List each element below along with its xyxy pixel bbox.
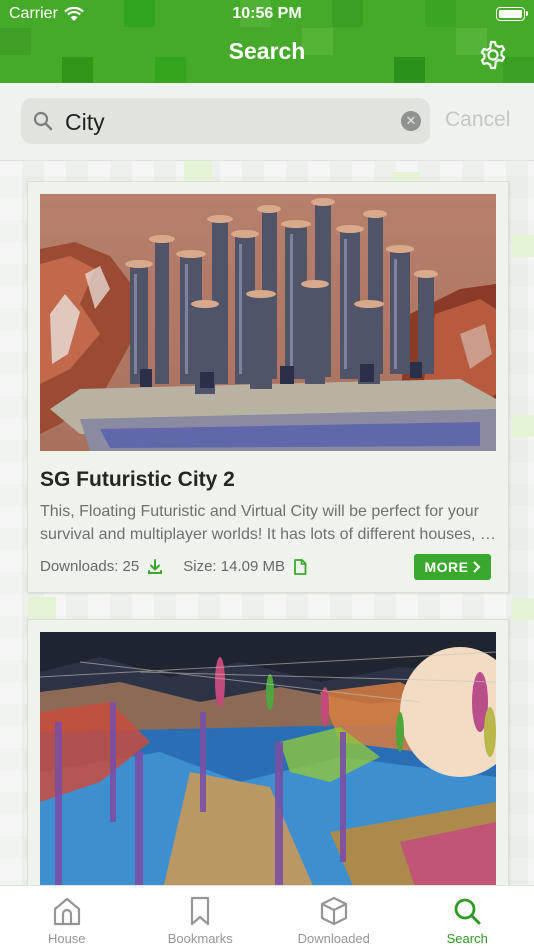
search-input[interactable] — [63, 98, 397, 146]
page-title: Search — [228, 38, 306, 64]
magnifier-icon — [33, 111, 53, 131]
bookmark-icon — [191, 896, 210, 926]
download-icon — [148, 558, 163, 574]
status-time: 10:56 PM — [232, 5, 302, 22]
tab-label: Bookmarks — [167, 931, 233, 946]
result-description-line: This, Floating Futuristic and Virtual Ci… — [40, 503, 479, 520]
downloads-count: Downloads: 25 — [40, 558, 140, 575]
result-description-line: survival and multiplayer worlds! It has … — [40, 526, 498, 543]
chevron-right-icon — [473, 561, 480, 573]
clear-circle-icon[interactable]: ✕ — [401, 111, 421, 131]
box-icon — [320, 896, 347, 926]
house-icon — [53, 897, 80, 926]
map-thumbnail-colorful-terrain[interactable] — [40, 632, 496, 902]
result-description: This, Floating Futuristic and Virtual Ci… — [40, 500, 498, 546]
file-size: Size: 14.09 MB — [183, 558, 285, 575]
navigation-header: Carrier 10:56 PM Search — [0, 0, 534, 83]
tab-bar: House Bookmarks Downloaded Search — [0, 885, 534, 950]
search-field[interactable]: ✕ — [21, 98, 430, 146]
result-meta: Downloads: 25 Size: 14.09 MB — [40, 558, 327, 575]
gear-icon[interactable] — [477, 39, 509, 71]
tab-bookmarks[interactable]: Bookmarks — [134, 886, 268, 950]
tab-label: Search — [446, 931, 488, 946]
result-card[interactable]: SG Futuristic City 2 This, Floating Futu… — [27, 181, 509, 593]
result-title: SG Futuristic City 2 — [40, 468, 235, 491]
tab-label: House — [47, 931, 86, 946]
tab-label: Downloaded — [297, 931, 370, 946]
more-button[interactable]: MORE — [414, 554, 491, 580]
search-icon — [454, 898, 481, 925]
status-bar: Carrier 10:56 PM — [0, 0, 534, 28]
result-card[interactable] — [27, 619, 509, 921]
map-thumbnail-futuristic-city[interactable] — [40, 194, 496, 451]
more-label: MORE — [424, 559, 469, 575]
tab-house[interactable]: House — [0, 886, 134, 950]
cancel-button[interactable]: Cancel — [445, 108, 510, 132]
tab-search[interactable]: Search — [401, 886, 534, 950]
file-icon — [294, 558, 307, 575]
tab-downloaded[interactable]: Downloaded — [267, 886, 401, 950]
search-area: ✕ Cancel — [0, 83, 534, 161]
battery-icon — [496, 7, 528, 21]
